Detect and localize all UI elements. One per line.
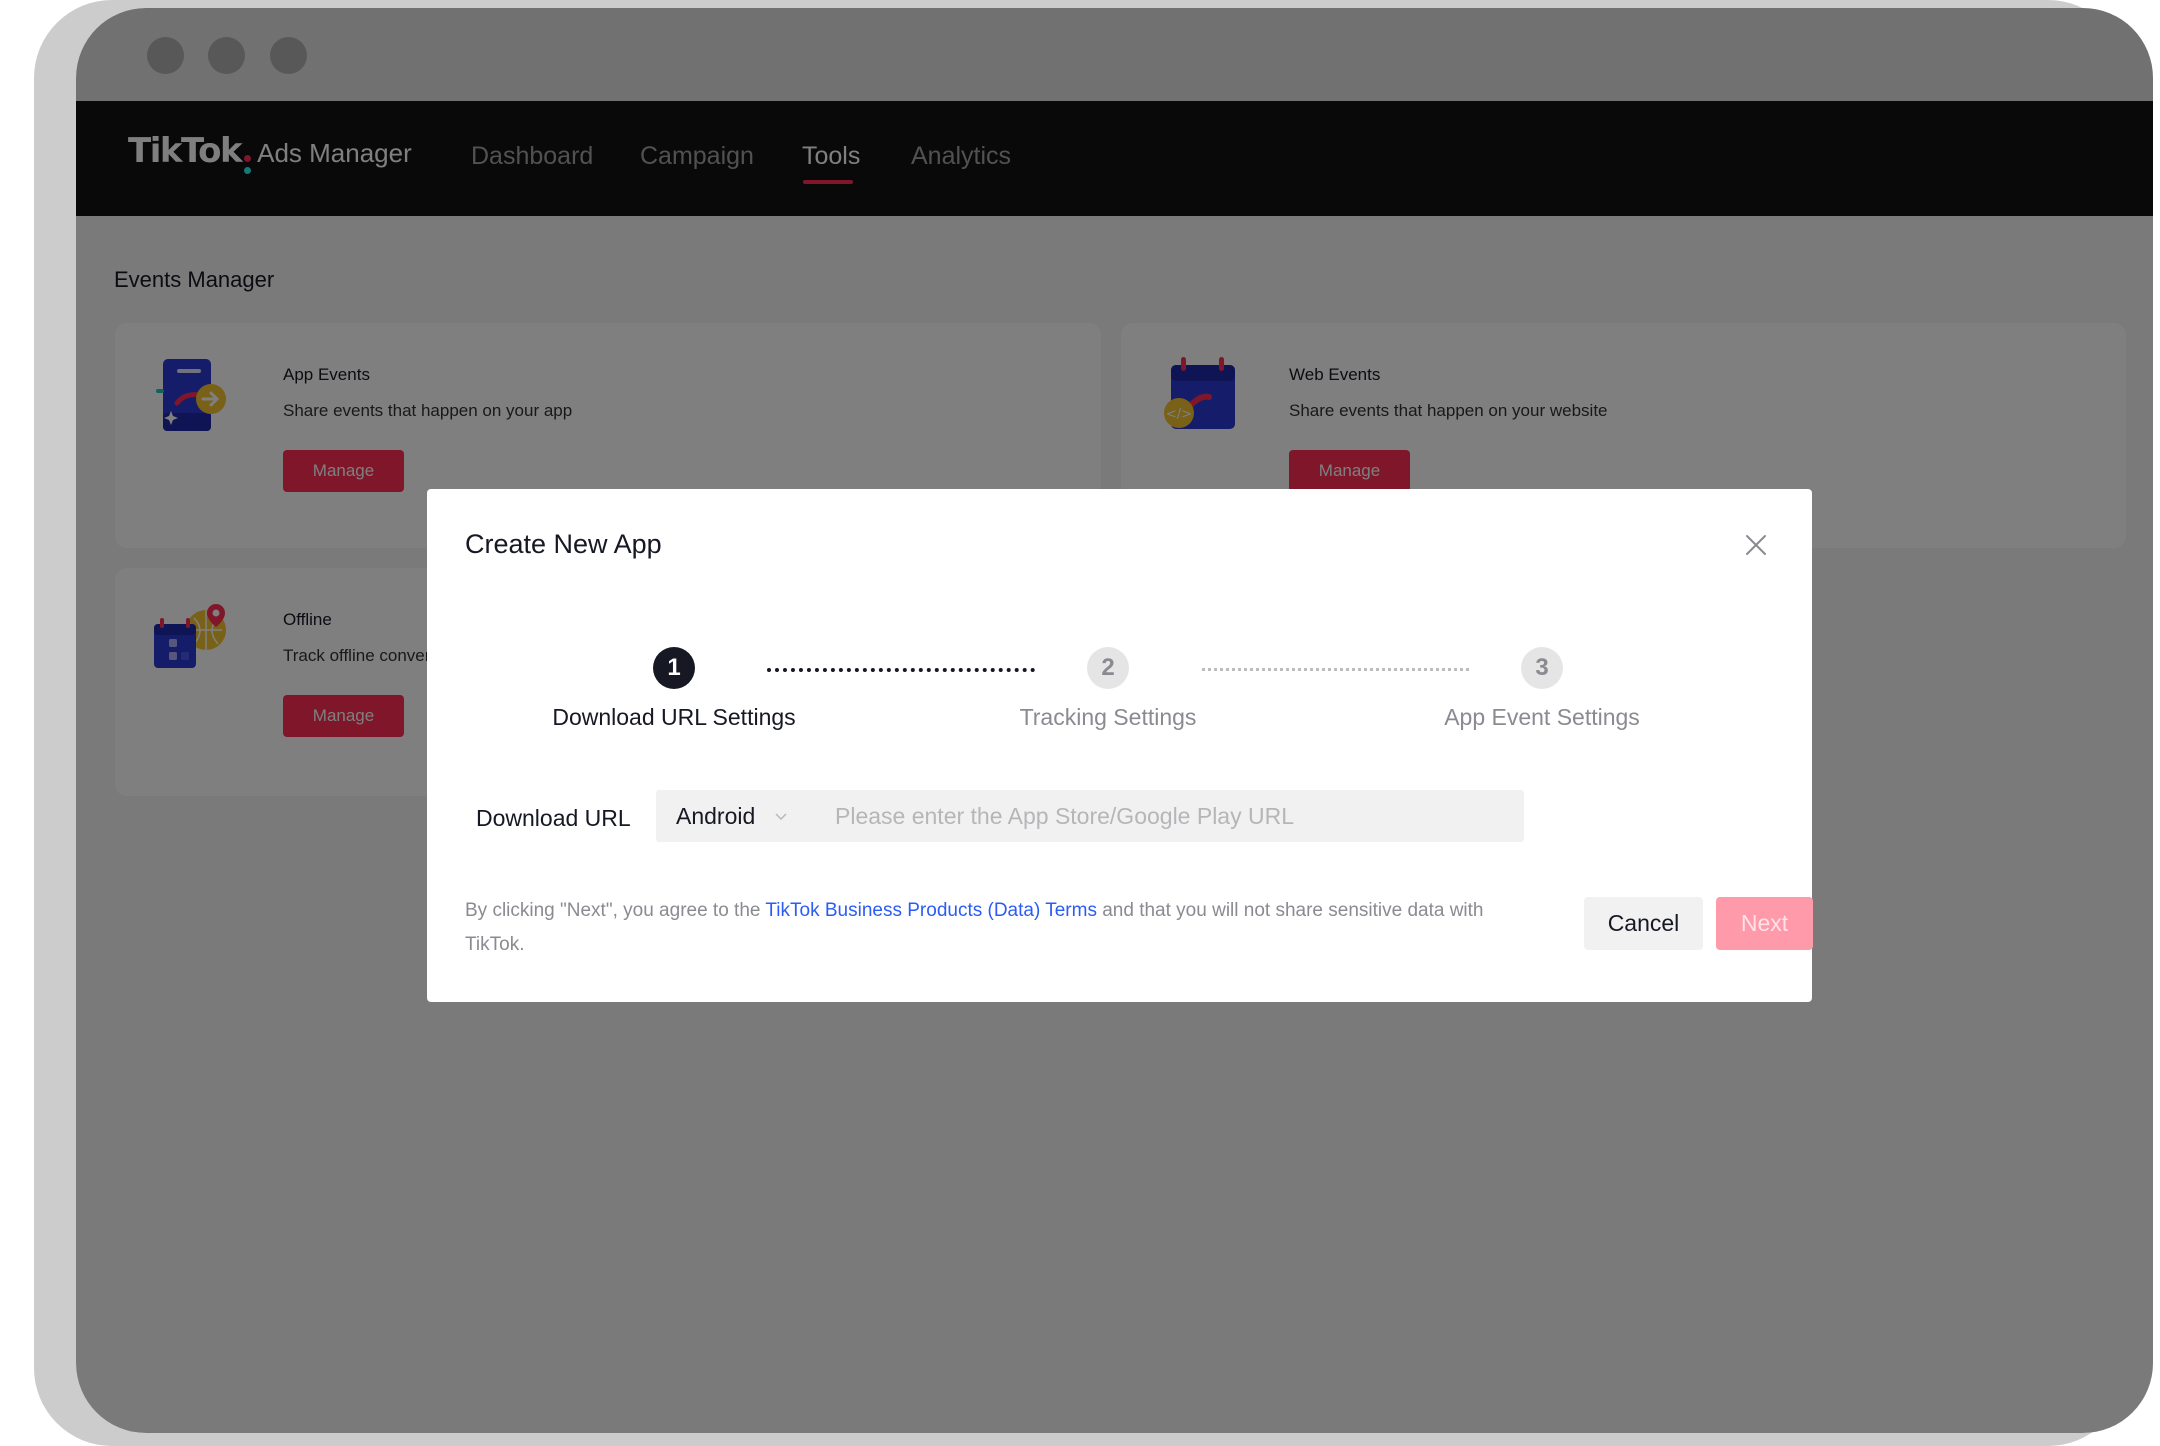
- modal-title: Create New App: [465, 529, 662, 559]
- platform-value: Android: [676, 802, 756, 829]
- download-url-label: Download URL: [476, 805, 631, 831]
- step-label: Download URL Settings: [552, 704, 796, 730]
- platform-select[interactable]: Android: [656, 790, 826, 842]
- terms-notice: By clicking "Next", you agree to the Tik…: [465, 894, 1525, 962]
- terms-prefix: By clicking "Next", you agree to the: [465, 900, 766, 921]
- close-icon[interactable]: [1744, 533, 1768, 557]
- download-url-input[interactable]: [826, 789, 1524, 843]
- step-3: 3 App Event Settings: [1382, 647, 1702, 731]
- step-number: 1: [653, 647, 695, 689]
- device-frame: TikTok Ads Manager Dashboard Campaign To…: [34, 0, 2153, 1446]
- step-label: Tracking Settings: [1019, 704, 1197, 730]
- terms-link[interactable]: TikTok Business Products (Data) Terms: [765, 900, 1097, 921]
- step-number: 3: [1521, 647, 1563, 689]
- step-label: App Event Settings: [1444, 704, 1640, 730]
- step-number: 2: [1087, 647, 1129, 689]
- download-url-field: Android: [656, 789, 1524, 843]
- modal-backdrop-top: [76, 8, 2153, 216]
- step-1: 1 Download URL Settings: [514, 647, 834, 731]
- create-new-app-modal: Create New App 1 Download URL Settings 2…: [427, 489, 1813, 1002]
- chevron-down-icon: [775, 813, 787, 820]
- next-button[interactable]: Next: [1716, 897, 1813, 950]
- step-2: 2 Tracking Settings: [948, 647, 1268, 731]
- cancel-button[interactable]: Cancel: [1584, 897, 1703, 950]
- browser-window: TikTok Ads Manager Dashboard Campaign To…: [76, 8, 2153, 1433]
